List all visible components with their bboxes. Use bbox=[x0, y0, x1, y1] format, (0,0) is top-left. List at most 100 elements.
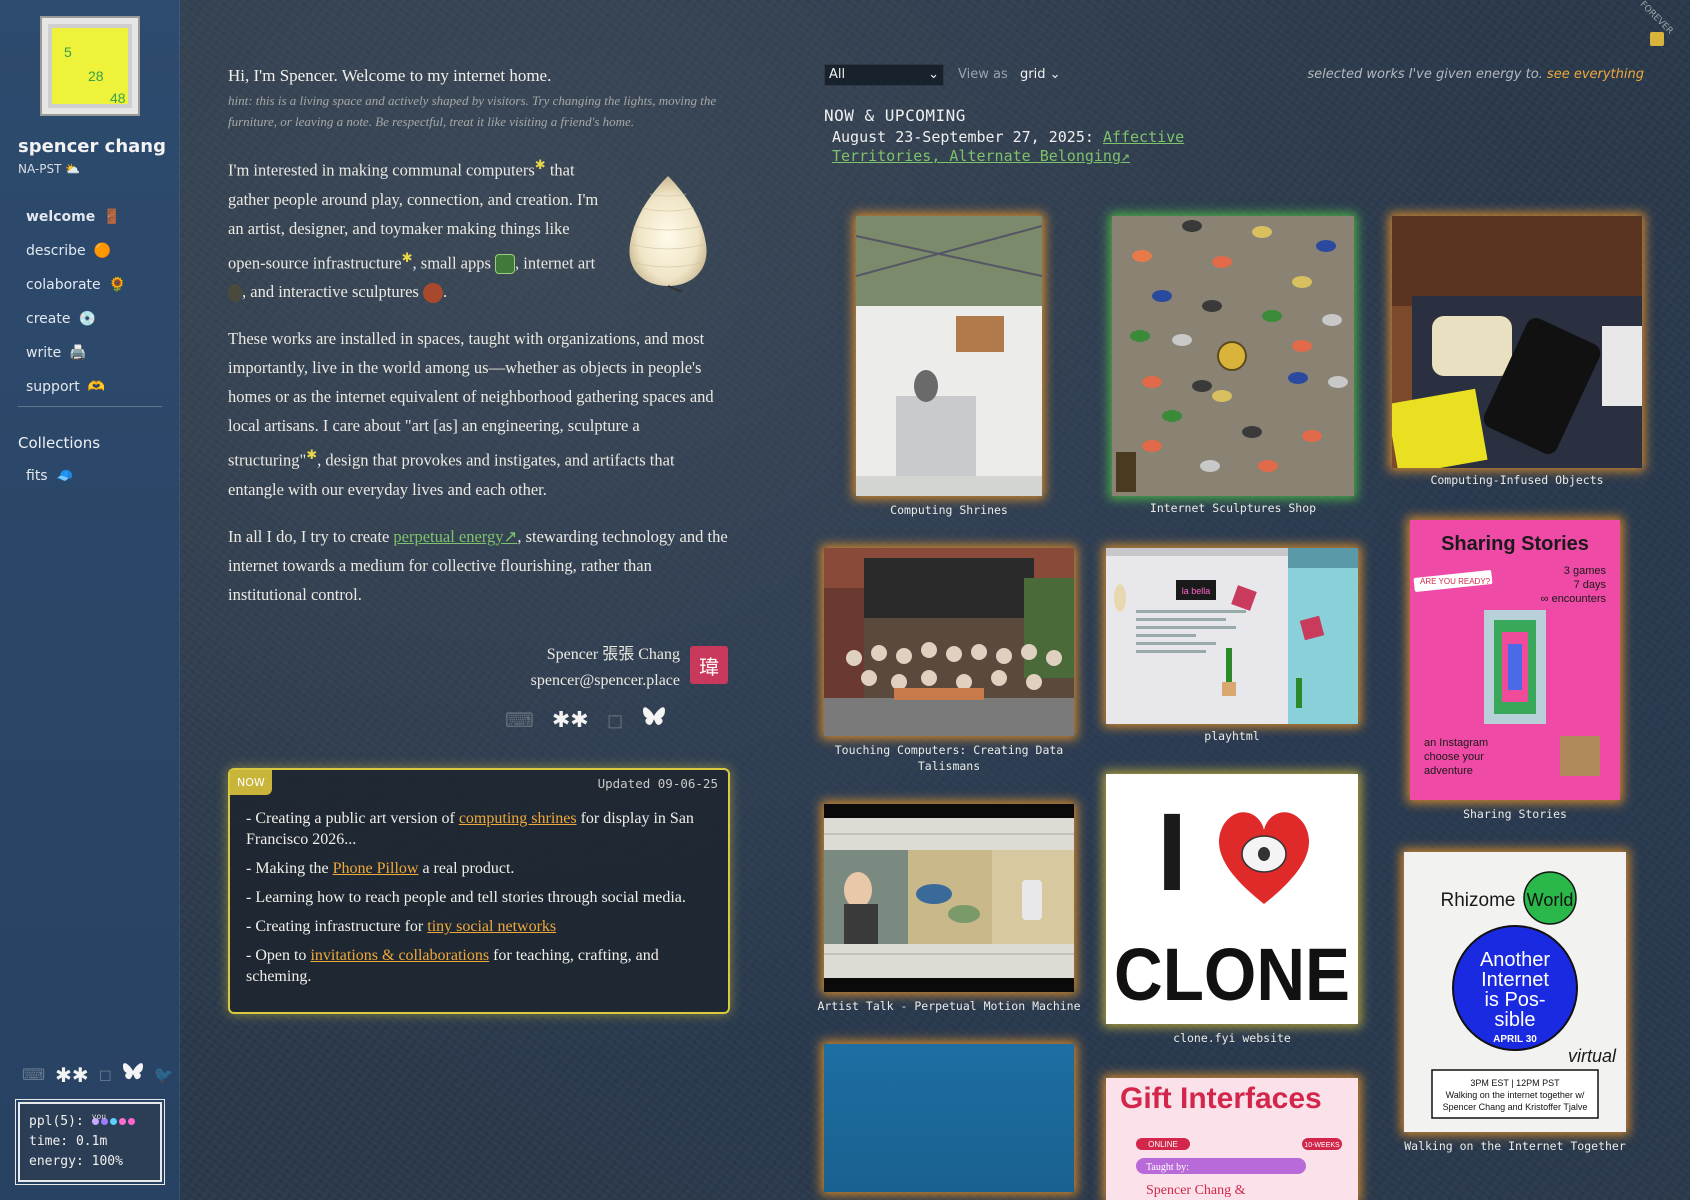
svg-text:∞ encounters: ∞ encounters bbox=[1541, 593, 1607, 605]
work-title: Sharing Stories bbox=[1463, 807, 1567, 821]
main-nav: welcome 🚪 describe 🟠 colaborate 🌻 create 💿 w… bbox=[26, 200, 126, 404]
orange-circle-icon: 🟠 bbox=[93, 243, 112, 259]
hint-text: hint: this is a living space and activel… bbox=[228, 93, 717, 129]
sharing-stories-tag: ARE YOU READY? bbox=[1420, 577, 1491, 586]
instagram-icon[interactable]: ◻ bbox=[99, 1065, 112, 1085]
playhtml-badge: la bella bbox=[1182, 586, 1211, 596]
collection-item-fits[interactable]: fits 🧢 bbox=[26, 468, 73, 484]
chevron-down-icon: ⌄ bbox=[928, 67, 939, 82]
view-mode-select[interactable]: grid ⌄ bbox=[1020, 67, 1061, 82]
work-thumbnail bbox=[824, 1044, 1074, 1192]
nav-divider bbox=[18, 406, 162, 407]
now-link[interactable]: computing shrines bbox=[459, 810, 577, 827]
perpetual-energy-link[interactable]: perpetual energy↗ bbox=[393, 527, 517, 546]
gift-title: Gift Interfaces bbox=[1120, 1082, 1322, 1115]
logo-number: 28 bbox=[88, 68, 104, 84]
are-na-icon[interactable]: ✱✱ bbox=[55, 1063, 89, 1088]
gift-name: Spencer Chang & bbox=[1146, 1183, 1246, 1198]
sculpture-icon[interactable] bbox=[422, 283, 443, 304]
works-controls: All ⌄ View as grid ⌄ selected works I've … bbox=[824, 64, 1644, 88]
github-icon[interactable]: ⌨ bbox=[505, 708, 534, 733]
bluesky-icon[interactable] bbox=[641, 706, 667, 734]
nav-item-write[interactable]: write 🖨️ bbox=[26, 336, 126, 370]
printer-icon: 🖨️ bbox=[69, 345, 87, 361]
internet-art-icon[interactable] bbox=[228, 284, 242, 303]
nav-label: write bbox=[26, 345, 62, 361]
work-card-clone-fyi[interactable]: I CLONE clone.fyi website bbox=[1106, 774, 1358, 1045]
sharing-stories-title: Sharing Stories bbox=[1441, 533, 1589, 555]
svg-text:choose your: choose your bbox=[1424, 751, 1484, 763]
nav-item-support[interactable]: support 🫶 bbox=[26, 370, 126, 404]
nav-item-create[interactable]: create 💿 bbox=[26, 302, 126, 336]
svg-text:an Instagram: an Instagram bbox=[1424, 737, 1488, 749]
work-thumbnail bbox=[856, 216, 1042, 496]
instagram-icon[interactable]: ◻ bbox=[607, 708, 624, 733]
time-on-site: time: 0.1m bbox=[29, 1134, 108, 1149]
sidebar-social-links: ⌨ ✱✱ ◻ 🐦 bbox=[22, 1062, 174, 1088]
sticker-icon[interactable] bbox=[1650, 32, 1664, 46]
selected-works-note: selected works I've given energy to. see… bbox=[1307, 67, 1644, 82]
work-card-computing-shrines[interactable]: Computing Shrines bbox=[856, 216, 1042, 517]
now-updated: Updated 09-06-25 bbox=[597, 776, 718, 791]
people-dots: you bbox=[91, 1112, 135, 1125]
site-logo[interactable]: 5 28 48 bbox=[40, 16, 140, 116]
are-na-icon[interactable]: ✱✱ bbox=[552, 707, 589, 733]
world-text: World bbox=[1527, 890, 1574, 910]
svg-text:3 games: 3 games bbox=[1564, 565, 1607, 577]
svg-text:sible: sible bbox=[1494, 1009, 1535, 1031]
now-upcoming-title: NOW & UPCOMING bbox=[824, 106, 966, 125]
app-icon[interactable] bbox=[495, 254, 516, 275]
nav-item-describe[interactable]: describe 🟠 bbox=[26, 234, 126, 268]
work-card-walking-internet[interactable]: Rhizome World Another Internet is Pos- s… bbox=[1404, 852, 1626, 1153]
intro-paragraph-2: These works are installed in spaces, tau… bbox=[228, 329, 714, 499]
work-thumbnail bbox=[1112, 216, 1354, 496]
intro-social-links: ⌨ ✱✱ ◻ bbox=[505, 706, 667, 734]
twitter-icon[interactable]: 🐦 bbox=[154, 1065, 174, 1085]
work-card-touching-computers[interactable]: Touching Computers: Creating Data Talism… bbox=[824, 548, 1074, 773]
star-icon[interactable]: ✱ bbox=[306, 447, 317, 462]
rhizome-text: Rhizome bbox=[1441, 890, 1516, 911]
gift-weeks: 10-WEEKS bbox=[1304, 1142, 1340, 1149]
category-filter-select[interactable]: All ⌄ bbox=[824, 64, 944, 86]
star-icon[interactable]: ✱ bbox=[535, 157, 546, 172]
work-card-artist-talk[interactable]: Artist Talk - Perpetual Motion Machine bbox=[817, 804, 1081, 1013]
now-link[interactable]: Phone Pillow bbox=[333, 860, 419, 877]
sunflower-icon: 🌻 bbox=[108, 277, 127, 293]
work-thumbnail: Rhizome World Another Internet is Pos- s… bbox=[1404, 852, 1626, 1132]
work-card-sharing-stories[interactable]: Sharing Stories 3 games 7 days ∞ encount… bbox=[1410, 520, 1620, 821]
presence-status: ppl(5): you time: 0.1m energy: 100% bbox=[15, 1099, 165, 1185]
nav-label: create bbox=[26, 311, 71, 327]
site-name[interactable]: spencer chang bbox=[18, 136, 166, 157]
now-link[interactable]: tiny social networks bbox=[427, 918, 556, 935]
see-everything-link[interactable]: see everything bbox=[1547, 67, 1644, 82]
chevron-down-icon: ⌄ bbox=[1049, 67, 1061, 82]
svg-text:Spencer Chang and Kristoffer T: Spencer Chang and Kristoffer Tjalve bbox=[1443, 1102, 1588, 1112]
now-badge: NOW bbox=[230, 770, 272, 795]
star-icon[interactable]: ✱ bbox=[402, 250, 413, 265]
now-box: NOW Updated 09-06-25 - Creating a public… bbox=[228, 768, 730, 1014]
work-thumbnail bbox=[824, 548, 1074, 736]
bluesky-icon[interactable] bbox=[122, 1062, 144, 1088]
now-link[interactable]: invitations & collaborations bbox=[310, 947, 489, 964]
door-icon: 🚪 bbox=[103, 209, 121, 225]
person-dot bbox=[127, 1118, 135, 1125]
disc-icon: 💿 bbox=[78, 311, 96, 327]
work-card-gift-interfaces[interactable]: Gift Interfaces ONLINE 10-WEEKS Taught b… bbox=[1106, 1078, 1358, 1200]
nav-item-welcome[interactable]: welcome 🚪 bbox=[26, 200, 126, 234]
heart-hands-icon: 🫶 bbox=[87, 379, 106, 395]
svg-text:3PM EST | 12PM PST: 3PM EST | 12PM PST bbox=[1470, 1078, 1560, 1088]
intro-section: Hi, I'm Spencer. Welcome to my internet … bbox=[228, 66, 730, 609]
paper-lamp[interactable] bbox=[620, 174, 716, 292]
github-icon[interactable]: ⌨ bbox=[22, 1065, 45, 1085]
nav-label: colaborate bbox=[26, 277, 101, 293]
work-card-untitled[interactable] bbox=[824, 1044, 1074, 1192]
svg-text:adventure: adventure bbox=[1424, 765, 1473, 777]
now-item: - Open to invitations & collaborations f… bbox=[246, 947, 659, 985]
work-card-internet-sculptures-shop[interactable]: Internet Sculptures Shop bbox=[1112, 216, 1354, 515]
now-item: - Creating a public art version of compu… bbox=[246, 810, 694, 848]
nav-item-colaborate[interactable]: colaborate 🌻 bbox=[26, 268, 126, 302]
work-card-playhtml[interactable]: la bella playhtml bbox=[1106, 548, 1358, 743]
work-card-computing-infused-objects[interactable]: Computing-Infused Objects bbox=[1392, 216, 1642, 487]
collections-title: Collections bbox=[18, 434, 101, 452]
view-as-label: View as bbox=[958, 67, 1008, 82]
